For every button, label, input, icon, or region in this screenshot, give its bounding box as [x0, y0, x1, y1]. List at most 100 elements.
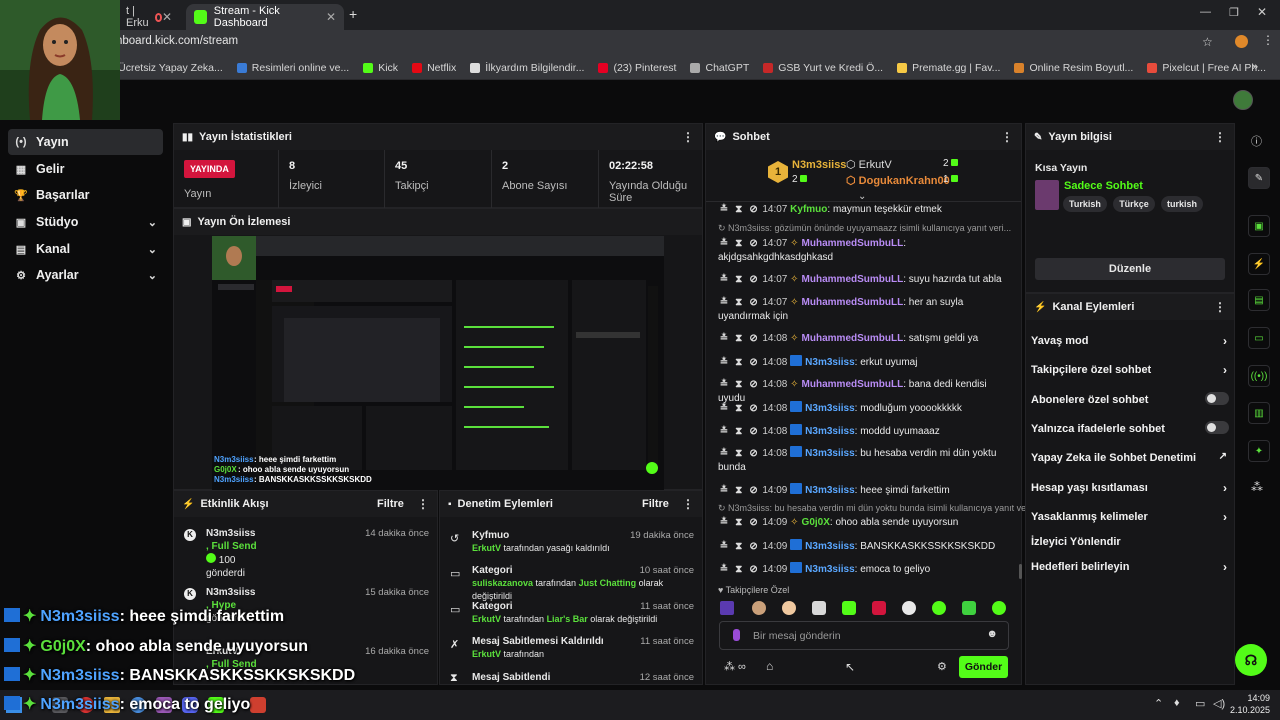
chat-input[interactable]: Bir mesaj gönderin ☻ [719, 621, 1009, 650]
chat-message[interactable]: ≛ ⧗ ⊘ 14:07 ✧ MuhammedSumbuLL: her an suy… [718, 296, 1008, 324]
more-options-icon[interactable]: ⋮ [417, 497, 429, 511]
ban-icon[interactable]: ⊘ [748, 237, 760, 251]
more-options-icon[interactable]: ⋮ [1214, 130, 1226, 144]
close-tab-icon[interactable]: ✕ [162, 10, 172, 24]
toggle-switch[interactable] [1205, 421, 1229, 434]
chat-username[interactable]: Kyfmuo [790, 204, 827, 215]
browser-tab-erkut[interactable]: t | Erku ✕ [118, 4, 180, 30]
ban-icon[interactable]: ⊘ [748, 273, 760, 287]
bookmark-item[interactable]: Kick [363, 62, 398, 74]
chat-settings-gear-icon[interactable]: ⚙ [937, 660, 947, 673]
timeout-icon[interactable]: ⧗ [733, 516, 745, 530]
bookmark-item[interactable]: Premate.gg | Fav... [897, 62, 1000, 74]
chat-username[interactable]: G0j0X [802, 517, 830, 528]
chat-username[interactable]: N3m3siiss [805, 357, 854, 368]
bookmark-item[interactable]: (23) Pinterest [598, 62, 676, 74]
pin-icon[interactable]: ≛ [718, 296, 730, 310]
network-icon[interactable]: ▭ [1195, 697, 1205, 710]
pin-icon[interactable]: ≛ [718, 425, 730, 439]
broadcast-icon[interactable]: ((•)) [1248, 365, 1270, 387]
chat-message[interactable]: ≛ ⧗ ⊘ 14:08 N3m3siiss: modluğum yooookkk… [718, 401, 1008, 416]
ban-icon[interactable]: ⊘ [748, 447, 760, 461]
emote-icon[interactable] [752, 601, 766, 615]
bookmark-item[interactable]: Netflix [412, 62, 456, 74]
info-icon[interactable]: ⓘ [1251, 133, 1262, 149]
new-tab-button[interactable]: + [349, 6, 357, 22]
more-options-icon[interactable]: ⋮ [682, 130, 694, 144]
chat-message[interactable]: ≛ ⧗ ⊘ 14:08 N3m3siiss: erkut uyumaj [718, 355, 1008, 370]
chat-bubble-icon[interactable]: ▭ [1248, 327, 1270, 349]
pin-icon[interactable]: ≛ [718, 447, 730, 461]
timeout-icon[interactable]: ⧗ [733, 402, 745, 416]
chat-username[interactable]: N3m3siiss [805, 448, 854, 459]
emote-icon[interactable] [932, 601, 946, 615]
more-bookmarks-icon[interactable]: » [1252, 61, 1258, 73]
timeout-icon[interactable]: ⧗ [733, 484, 745, 498]
chevron-right-icon[interactable]: › [1223, 510, 1227, 524]
ban-icon[interactable]: ⊘ [748, 296, 760, 310]
timeout-icon[interactable]: ⧗ [733, 332, 745, 346]
chevron-down-icon[interactable]: ⌄ [148, 216, 157, 229]
bookmark-item[interactable]: İlkyardım Bilgilendir... [470, 62, 584, 74]
timeout-icon[interactable]: ⧗ [733, 540, 745, 554]
chat-username[interactable]: N3m3siiss [805, 564, 854, 575]
sidebar-item-kanal[interactable]: ▤ Kanal ⌄ [8, 236, 163, 262]
channel-action-row[interactable]: Hesap yaşı kısıtlaması › [1031, 481, 1229, 495]
bookmark-item[interactable]: GSB Yurt ve Kredi Ö... [763, 62, 883, 74]
channel-action-row[interactable]: Hedefleri belirleyin › [1031, 560, 1229, 574]
maximize-icon[interactable]: ❐ [1229, 6, 1239, 19]
more-options-icon[interactable]: ⋮ [1001, 130, 1013, 144]
emote-icon[interactable] [992, 601, 1006, 615]
emote-icon[interactable] [782, 601, 796, 615]
browser-tab-kick-dashboard[interactable]: Stream - Kick Dashboard ✕ [186, 4, 344, 30]
chat-message[interactable]: ≛ ⧗ ⊘ 14:08 N3m3siiss: moddd uyumaaaz [718, 424, 1008, 439]
stream-tag[interactable]: Türkçe [1113, 196, 1155, 212]
toggle-switch[interactable] [1205, 392, 1229, 405]
chevron-right-icon[interactable]: › [1223, 481, 1227, 495]
pin-icon[interactable]: ≛ [718, 356, 730, 370]
channel-action-row[interactable]: Yavaş mod › [1031, 334, 1229, 348]
filter-button[interactable]: Filtre [377, 498, 404, 510]
lightning-icon[interactable]: ⚡ [1248, 253, 1270, 275]
chat-username[interactable]: MuhammedSumbuLL [802, 297, 904, 308]
timeout-icon[interactable]: ⧗ [733, 356, 745, 370]
timeout-icon[interactable]: ⧗ [733, 563, 745, 577]
pin-icon[interactable]: ≛ [718, 273, 730, 287]
chat-message[interactable]: ≛ ⧗ ⊘ 14:09 N3m3siiss: BANSKKASKKSSKKSKS… [718, 539, 1008, 554]
tray-chevron-icon[interactable]: ⌃ [1154, 697, 1163, 710]
mic-icon[interactable]: ♦ [1174, 697, 1180, 709]
chat-message[interactable]: ≛ ⧗ ⊘ 14:07 ✧ MuhammedSumbuLL: suyu hazır… [718, 273, 1008, 287]
edit-icon[interactable]: ✎ [1248, 167, 1270, 189]
ban-icon[interactable]: ⊘ [748, 378, 760, 392]
emote-icon[interactable] [962, 601, 976, 615]
chat-message[interactable]: ≛ ⧗ ⊘ 14:09 N3m3siiss: emoca to geliyo [718, 562, 1008, 577]
channel-action-row[interactable]: Yalnızca ifadelerle sohbet [1031, 421, 1229, 435]
chat-scrollbar[interactable] [1019, 564, 1022, 579]
ban-icon[interactable]: ⊘ [748, 540, 760, 554]
chat-username[interactable]: N3m3siiss [805, 541, 854, 552]
channel-action-row[interactable]: Abonelere özel sohbet [1031, 392, 1229, 406]
url-field[interactable]: hboard.kick.com/stream [116, 35, 238, 47]
bookmark-item[interactable]: Ücretsiz Yapay Zeka... [103, 62, 223, 74]
ban-icon[interactable]: ⊘ [748, 563, 760, 577]
close-tab-icon[interactable]: ✕ [326, 10, 336, 24]
ban-icon[interactable]: ⊘ [748, 425, 760, 439]
volume-icon[interactable]: ◁) [1213, 697, 1225, 710]
chat-message[interactable]: ≛ ⧗ ⊘ 14:07 Kyfmuo: maymun teşekkür etme… [718, 203, 1008, 217]
timeout-icon[interactable]: ⧗ [733, 273, 745, 287]
channel-action-row[interactable]: İzleyici Yönlendir [1031, 536, 1229, 548]
ban-icon[interactable]: ⊘ [748, 402, 760, 416]
emote-icon[interactable] [720, 601, 734, 615]
chat-username[interactable]: N3m3siiss [805, 426, 854, 437]
pin-icon[interactable]: ≛ [718, 516, 730, 530]
chevron-down-icon[interactable]: ⌄ [148, 243, 157, 256]
timeout-icon[interactable]: ⧗ [733, 203, 745, 217]
chat-username[interactable]: N3m3siiss [805, 485, 854, 496]
send-button[interactable]: Gönder [959, 656, 1008, 678]
layout-icon[interactable]: ▥ [1248, 402, 1270, 424]
chevron-right-icon[interactable]: › [1223, 560, 1227, 574]
emote-icon[interactable] [842, 601, 856, 615]
chat-username[interactable]: MuhammedSumbuLL [802, 274, 904, 285]
wrench-icon[interactable]: ✦ [1248, 440, 1270, 462]
browser-menu-icon[interactable]: ⋮ [1262, 33, 1274, 47]
